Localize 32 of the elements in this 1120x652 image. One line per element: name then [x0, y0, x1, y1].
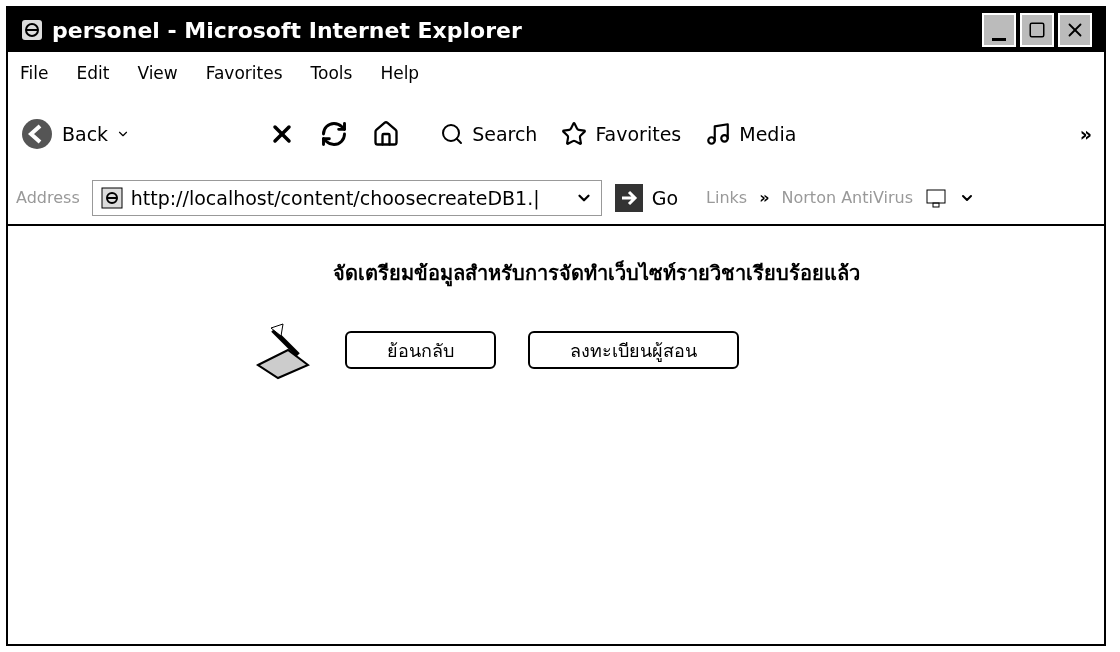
toolbar-overflow[interactable]: » [1079, 119, 1092, 149]
favorites-button[interactable]: Favorites [561, 119, 682, 149]
browser-logo-icon [20, 18, 44, 42]
menu-item[interactable]: Tools [310, 61, 353, 87]
music-note-icon [705, 121, 732, 147]
page-button[interactable]: ลงทะเบียนผู้สอน [528, 331, 739, 369]
monitor-icon[interactable] [925, 187, 948, 209]
maximize-button[interactable] [1020, 13, 1054, 47]
home-icon[interactable] [372, 120, 401, 148]
menu-item[interactable]: Help [380, 61, 420, 87]
search-button[interactable]: Search [440, 119, 538, 149]
address-field[interactable]: http://localhost/content/choosecreateDB1.| [91, 180, 602, 216]
close-button[interactable] [1058, 13, 1092, 47]
page-icon [100, 187, 123, 209]
window-title: personel - Microsoft Internet Explorer [52, 16, 522, 45]
back-button[interactable]: Back [20, 117, 131, 151]
status-heading: จัดเตรียมข้อมูลสำหรับการจัดทำเว็บไซท์รายวิชาเรียบร้อยแล้ว [332, 259, 860, 288]
links-overflow[interactable]: » [759, 186, 770, 210]
media-button[interactable]: Media [705, 119, 797, 149]
go-button[interactable]: Go [613, 183, 679, 213]
search-icon [440, 122, 465, 146]
menu-item[interactable]: File [20, 61, 49, 87]
address-label: Address [16, 187, 80, 209]
menu-item[interactable]: Edit [76, 61, 110, 87]
minimize-icon [992, 38, 1006, 41]
maximize-icon [1028, 21, 1046, 39]
star-icon [561, 121, 588, 147]
minimize-button[interactable] [982, 13, 1016, 47]
refresh-icon[interactable] [320, 120, 349, 148]
menu-item[interactable]: Favorites [205, 61, 283, 87]
menu-item[interactable]: View [137, 61, 178, 87]
page-button[interactable]: ย้อนกลับ [345, 331, 496, 369]
